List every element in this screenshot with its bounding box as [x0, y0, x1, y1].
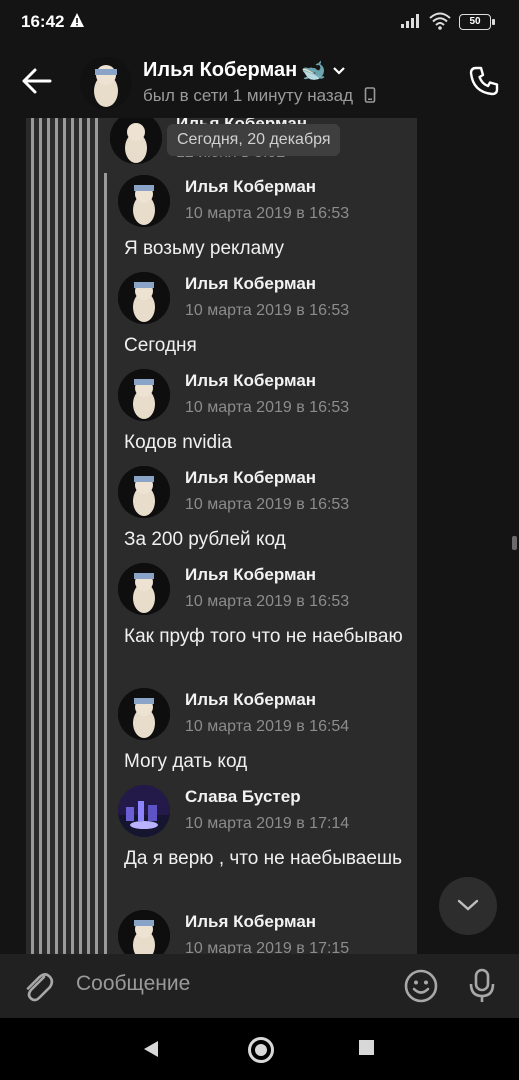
avatar[interactable] — [118, 785, 170, 837]
chat-history[interactable]: Илья Коберман 12 июня в 5:02 Илья Коберм… — [0, 118, 519, 954]
chevron-down-icon[interactable] — [332, 66, 346, 76]
quote-line — [104, 173, 107, 954]
avatar[interactable] — [118, 272, 170, 324]
message-input[interactable]: Сообщение — [76, 972, 190, 996]
last-seen-text: был в сети 1 минуту назад — [143, 86, 354, 105]
avatar[interactable] — [118, 466, 170, 518]
whale-emoji-icon: 🐋 — [301, 60, 327, 82]
date-separator: Сегодня, 20 декабря — [167, 124, 341, 156]
message-text: За 200 рублей код — [124, 529, 286, 550]
message-date: 10 марта 2019 в 17:15 — [185, 940, 350, 954]
system-navigation-bar — [0, 1018, 519, 1080]
nested-quote-lines — [26, 118, 100, 954]
message-text: Кодов nvidia — [124, 432, 232, 453]
chevron-down-icon — [457, 899, 479, 911]
battery-indicator: 50 — [459, 14, 495, 30]
message-date: 10 марта 2019 в 17:14 — [185, 815, 350, 832]
message-text: Да я верю , что не наебываешь — [124, 848, 403, 869]
message-date: 10 марта 2019 в 16:53 — [185, 302, 350, 319]
message-author: Слава Бустер — [185, 787, 301, 806]
back-arrow-icon[interactable] — [18, 64, 58, 98]
status-bar: 16:42 50 — [0, 0, 519, 44]
contact-status: был в сети 1 минуту назад — [143, 86, 376, 106]
phone-icon[interactable] — [467, 64, 501, 98]
nav-recents-icon[interactable] — [359, 1040, 374, 1055]
scroll-down-button[interactable] — [439, 877, 497, 935]
status-time: 16:42 — [21, 12, 65, 31]
contact-name[interactable]: Илья Коберман 🐋 — [143, 58, 346, 83]
message-author: Илья Коберман — [185, 565, 317, 584]
paperclip-icon[interactable] — [22, 968, 54, 1004]
message-date: 10 марта 2019 в 16:53 — [185, 496, 350, 513]
mobile-device-icon — [364, 87, 376, 103]
nav-home-icon[interactable] — [248, 1037, 274, 1063]
message-text: Я возьму рекламу — [124, 238, 284, 259]
message-date: 10 марта 2019 в 16:54 — [185, 718, 350, 735]
message-author: Илья Коберман — [185, 274, 317, 293]
wifi-icon — [429, 12, 451, 30]
avatar[interactable] — [118, 910, 170, 954]
contact-name-text: Илья Коберман — [143, 58, 298, 81]
avatar[interactable] — [118, 563, 170, 615]
message-date: 10 марта 2019 в 16:53 — [185, 205, 350, 222]
message-author: Илья Коберман — [185, 690, 317, 709]
chat-header: Илья Коберман 🐋 был в сети 1 минуту назад — [0, 44, 519, 118]
avatar[interactable] — [118, 175, 170, 227]
contact-avatar[interactable] — [80, 57, 132, 109]
microphone-icon[interactable] — [466, 967, 498, 1005]
forwarded-messages-bubble[interactable]: Илья Коберман 12 июня в 5:02 Илья Коберм… — [26, 118, 417, 954]
nav-back-icon[interactable] — [143, 1040, 159, 1058]
message-text: Могу дать код — [124, 751, 248, 772]
message-author: Илья Коберман — [185, 912, 317, 931]
avatar[interactable] — [118, 369, 170, 421]
message-text: Как пруф того что не наебываю — [124, 626, 403, 647]
message-author: Илья Коберман — [185, 177, 317, 196]
message-author: Илья Коберман — [185, 371, 317, 390]
warning-icon — [70, 13, 84, 27]
message-date: 10 марта 2019 в 16:53 — [185, 399, 350, 416]
signal-icon — [401, 14, 419, 28]
scrollbar[interactable] — [512, 536, 517, 550]
message-composer: Сообщение — [0, 954, 519, 1018]
message-date: 10 марта 2019 в 16:53 — [185, 593, 350, 610]
avatar[interactable] — [110, 118, 162, 164]
smiley-icon[interactable] — [403, 968, 439, 1004]
message-author: Илья Коберман — [185, 468, 317, 487]
message-text: Сегодня — [124, 335, 197, 356]
avatar[interactable] — [118, 688, 170, 740]
